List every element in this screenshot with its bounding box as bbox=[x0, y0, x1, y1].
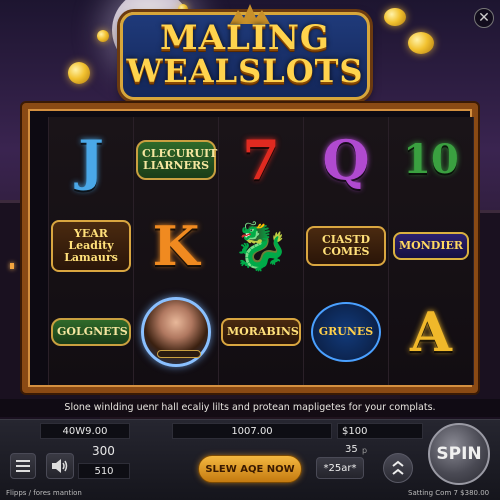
gold-coin-decoration bbox=[408, 32, 434, 54]
reel-1-symbol-2: YEAR Leadity Lamaurs bbox=[48, 203, 134, 289]
reel-4-symbol-2: CIASTD COMES bbox=[303, 203, 389, 289]
speaker-icon bbox=[52, 459, 68, 473]
multiplier-button[interactable]: *25ar* bbox=[316, 457, 364, 479]
spin-button[interactable]: SPIN bbox=[428, 423, 490, 485]
footer-right-text: Satting Com 7 $380.00 bbox=[408, 489, 490, 497]
reel-5-symbol-1: 10 bbox=[388, 117, 474, 203]
symbol-badge: YEAR Leadity Lamaurs bbox=[51, 219, 131, 273]
woman-portrait-icon bbox=[141, 297, 211, 367]
menu-button[interactable] bbox=[10, 453, 36, 479]
window-light bbox=[10, 263, 14, 269]
reel-4-symbol-3: GRUNES bbox=[303, 289, 389, 375]
buy-feature-button[interactable]: SLEW AQE NOW bbox=[198, 455, 302, 483]
symbol-badge: CIASTD COMES bbox=[306, 225, 386, 267]
gold-coin-decoration bbox=[68, 62, 90, 84]
autoplay-button[interactable] bbox=[383, 453, 413, 483]
portrait-caption-plate bbox=[157, 350, 201, 358]
symbol-letter-j: J bbox=[78, 128, 104, 192]
lines-value: 300 bbox=[92, 444, 115, 458]
symbol-letter-k: K bbox=[152, 214, 200, 278]
balance-field: 1007.00 bbox=[172, 423, 332, 439]
reel-1-symbol-1: J bbox=[48, 117, 134, 203]
close-icon[interactable]: ✕ bbox=[474, 8, 494, 28]
footer-left-text: Flipps / fores mantion bbox=[6, 489, 82, 497]
symbol-badge: MORABINS bbox=[221, 317, 301, 347]
level-suffix: p bbox=[362, 446, 368, 455]
symbol-badge: MONDIER bbox=[392, 231, 470, 261]
autoplay-chevron-icon bbox=[392, 460, 404, 475]
reel-3-symbol-1: 7 bbox=[218, 117, 304, 203]
reel-2-symbol-1: CLECURUIT LIARNERS bbox=[133, 117, 219, 203]
reel-5-symbol-2: MONDIER bbox=[388, 203, 474, 289]
reel-4-symbol-1: Q bbox=[303, 117, 389, 203]
blue-dragon-icon: 🐉 bbox=[232, 218, 290, 273]
reel-3-symbol-2: 🐉 bbox=[218, 203, 304, 289]
bet-amount-field[interactable]: $100 bbox=[337, 423, 423, 439]
gold-coin-decoration bbox=[97, 30, 109, 42]
symbol-badge: GOLGNETS bbox=[51, 317, 131, 347]
sound-button[interactable] bbox=[46, 453, 74, 479]
reel-2-symbol-3 bbox=[133, 289, 219, 375]
reel-1-symbol-3: GOLGNETS bbox=[48, 289, 134, 375]
symbol-letter-7: 7 bbox=[242, 128, 280, 192]
reel-3-symbol-3: MORABINS bbox=[218, 289, 304, 375]
hamburger-icon bbox=[16, 460, 30, 472]
gold-coin-decoration bbox=[384, 8, 406, 26]
reel-5-symbol-3: A bbox=[388, 289, 474, 375]
symbol-letter-a: A bbox=[410, 300, 452, 364]
bet-label-field: 40W9.00 bbox=[40, 423, 130, 439]
info-message: Slone winlding uenr hall ecaliy lilts an… bbox=[0, 399, 500, 417]
symbol-badge: GRUNES bbox=[311, 302, 381, 362]
level-value: 35 bbox=[345, 444, 358, 455]
reel-2-symbol-2: K bbox=[133, 203, 219, 289]
symbol-letter-q: Q bbox=[322, 128, 370, 192]
credits-field: 510 bbox=[78, 463, 130, 479]
game-title-line2: WEALSLOTS bbox=[126, 52, 364, 90]
symbol-letter-10: 10 bbox=[403, 136, 459, 183]
symbol-badge: CLECURUIT LIARNERS bbox=[136, 139, 217, 181]
